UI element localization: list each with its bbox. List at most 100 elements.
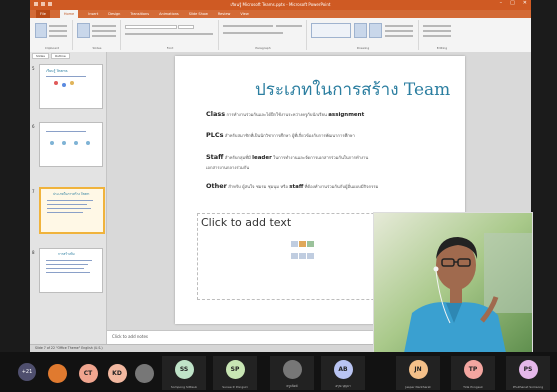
tab-insert[interactable]: Insert: [88, 10, 98, 18]
participant-avatar: KD: [107, 364, 127, 383]
ribbon-group-font: Font: [122, 20, 219, 50]
participant-tile[interactable]: KD: [104, 356, 130, 390]
font-size-select[interactable]: [178, 25, 194, 29]
participant-avatar: PS: [518, 360, 538, 379]
cut-button[interactable]: [49, 25, 67, 27]
new-slide-button[interactable]: [77, 23, 90, 38]
participant-tile[interactable]: SP Sunee P. Pongsiri: [213, 356, 257, 390]
font-name-select[interactable]: [125, 25, 177, 29]
replace-button[interactable]: [423, 30, 451, 32]
list-buttons[interactable]: [223, 25, 273, 27]
shapes-gallery[interactable]: [311, 23, 351, 38]
paste-button[interactable]: [35, 23, 47, 38]
find-button[interactable]: [423, 25, 451, 27]
quick-styles-button[interactable]: [369, 23, 382, 38]
participant-tile[interactable]: CT: [75, 356, 101, 390]
close-button[interactable]: ✕: [523, 0, 527, 6]
format-painter-button[interactable]: [49, 35, 67, 37]
participant-name: Jasper Nantharat: [405, 385, 431, 389]
tab-slides[interactable]: Slides: [32, 53, 49, 59]
slide-thumbnail-selected[interactable]: ประเภทในการสร้าง Team: [39, 187, 105, 234]
bullet-staff[interactable]: Staff สำหรับกลุ่มที่มี leader ในการทำงาน…: [206, 153, 368, 161]
section-button[interactable]: [92, 35, 116, 37]
maximize-button[interactable]: □: [510, 0, 515, 6]
insert-smartart-icon[interactable]: [307, 241, 314, 247]
tab-home[interactable]: Home: [59, 10, 79, 18]
bullet-keyword: assignment: [328, 112, 365, 118]
thumbnail-line: [46, 76, 86, 77]
tab-file[interactable]: File: [36, 10, 50, 18]
participant-tile[interactable]: SS Sompong Sittisuk: [162, 356, 206, 390]
slide-thumbnail[interactable]: เรียนรู้ Teams: [39, 64, 103, 109]
ribbon-group-drawing: Drawing: [308, 20, 419, 50]
status-text: Slide 7 of 22 "Office Theme" English (U.…: [35, 346, 103, 350]
thumbnail-graphic: [74, 141, 78, 145]
ribbon-group-label: Clipboard: [44, 46, 60, 50]
bullet-staff-line2[interactable]: เอกสารงานกลางร่วมกัน: [206, 164, 249, 171]
select-button[interactable]: [423, 35, 451, 37]
font-format-buttons[interactable]: [125, 33, 213, 35]
layout-button[interactable]: [92, 25, 116, 27]
thumbnail-line: [47, 200, 93, 201]
bullet-class[interactable]: Class การทำงานร่วมกันและได้ฝึกใช้งานระหว…: [206, 110, 364, 118]
insert-media-icon[interactable]: [307, 252, 314, 259]
insert-clipart-icon[interactable]: [299, 252, 306, 259]
tab-view[interactable]: View: [240, 10, 248, 18]
slide-number: 6: [32, 124, 35, 129]
participant-tile[interactable]: AB อรุณ บุญมา: [321, 356, 365, 390]
bullet-keyword: leader: [252, 155, 272, 161]
more-participants-button[interactable]: +21: [18, 363, 36, 381]
insert-chart-icon[interactable]: [299, 241, 306, 247]
thumbnail-title: เรียนรู้ Teams: [46, 69, 68, 73]
tab-outline[interactable]: Outline: [50, 53, 70, 59]
thumbnail-title: การสร้างทีม: [58, 252, 75, 256]
tab-design[interactable]: Design: [108, 10, 120, 18]
minimize-button[interactable]: –: [500, 0, 503, 6]
ribbon-group-label: Editing: [436, 46, 448, 50]
ribbon-group-label: Slides: [92, 46, 102, 50]
tab-review[interactable]: Review: [218, 10, 231, 18]
slide-thumbnail[interactable]: [39, 122, 103, 167]
thumbnail-graphic: [86, 141, 90, 145]
bullet-keyword: Staff: [206, 153, 224, 161]
window-controls[interactable]: – □ ✕: [500, 0, 527, 6]
slide-thumbnail[interactable]: การสร้างทีม: [39, 248, 103, 293]
shape-fill-button[interactable]: [385, 25, 413, 27]
participant-photo: [47, 364, 67, 383]
insert-table-icon[interactable]: [291, 241, 298, 247]
text-direction-button[interactable]: [276, 25, 302, 27]
bullet-plcs[interactable]: PLCs สำหรับสมาชิกที่เป็นนักวิชาการศึกษา …: [206, 131, 355, 139]
ribbon-group-label: Paragraph: [255, 46, 271, 50]
insert-picture-icon[interactable]: [291, 252, 298, 259]
ribbon-group-clipboard: Clipboard: [32, 20, 73, 50]
copy-button[interactable]: [49, 30, 67, 32]
participant-name: ครูธนิตย์: [286, 384, 298, 388]
shape-effects-button[interactable]: [385, 35, 413, 37]
alignment-buttons[interactable]: [223, 32, 283, 34]
reset-button[interactable]: [92, 30, 116, 32]
tab-animations[interactable]: Animations: [159, 10, 179, 18]
participant-photo: [282, 360, 302, 379]
bullet-keyword: Other: [206, 182, 227, 190]
participant-tile[interactable]: JN Jasper Nantharat: [396, 356, 440, 390]
notes-placeholder: Click to add notes: [112, 334, 148, 339]
bullet-text: สำหรับกลุ่มที่มี: [224, 155, 251, 160]
ribbon-group-slides: Slides: [74, 20, 121, 50]
thumbnail-graphic: [54, 81, 58, 85]
bullet-other[interactable]: Other สำหรับ ผู้สนใจ ชมรม ชุมนุม หรือ st…: [206, 182, 378, 190]
shape-outline-button[interactable]: [385, 30, 413, 32]
slide-title[interactable]: ประเภทในการสร้าง Team: [255, 76, 450, 103]
participant-tile[interactable]: PS Phuthanat Somsong: [506, 356, 550, 390]
participant-tile[interactable]: TP Tida Pongsuk: [451, 356, 495, 390]
presenter-video-frame: [374, 213, 532, 353]
placeholder-text: Click to add text: [201, 216, 292, 229]
ribbon-tabs: File Home Insert Design Transitions Anim…: [30, 10, 531, 18]
participant-tile[interactable]: [44, 356, 70, 390]
participant-tile[interactable]: ครูธนิตย์: [270, 356, 314, 390]
tab-transitions[interactable]: Transitions: [130, 10, 149, 18]
participant-tile[interactable]: [131, 356, 157, 390]
bullet-keyword: Class: [206, 110, 226, 118]
ribbon-group-label: Drawing: [356, 46, 370, 50]
tab-slide-show[interactable]: Slide Show: [189, 10, 208, 18]
arrange-button[interactable]: [354, 23, 367, 38]
